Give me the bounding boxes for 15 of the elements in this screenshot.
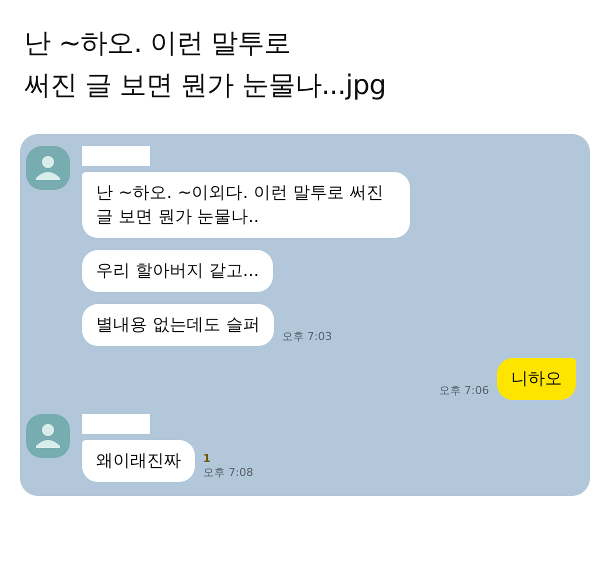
message-bubble: 왜이래진짜	[82, 440, 195, 482]
message-bubble: 별내용 없는데도 슬퍼	[82, 304, 274, 346]
post-title: 써진 글 보면 뭔가 눈물나...jpg	[24, 69, 387, 103]
avatar-icon	[26, 414, 70, 458]
redacted-name	[82, 414, 150, 434]
avatar-icon	[26, 146, 70, 190]
message-time: 오후 7:08	[203, 465, 254, 480]
message-time: 오후 7:03	[282, 329, 332, 344]
message-bubble: 우리 할아버지 같고...	[82, 250, 274, 292]
message-time: 오후 7:06	[438, 383, 489, 398]
message-bubble: 난 ~하오. ~이외다. 이런 말투로 써진 글 보면 뭔가 눈물나..	[82, 172, 410, 238]
redacted-name	[82, 146, 150, 166]
unread-count: 1	[203, 452, 211, 465]
message-bubble: 니하오	[497, 358, 576, 400]
post-title: 난 ~하오. 이런 말투로	[24, 27, 292, 61]
